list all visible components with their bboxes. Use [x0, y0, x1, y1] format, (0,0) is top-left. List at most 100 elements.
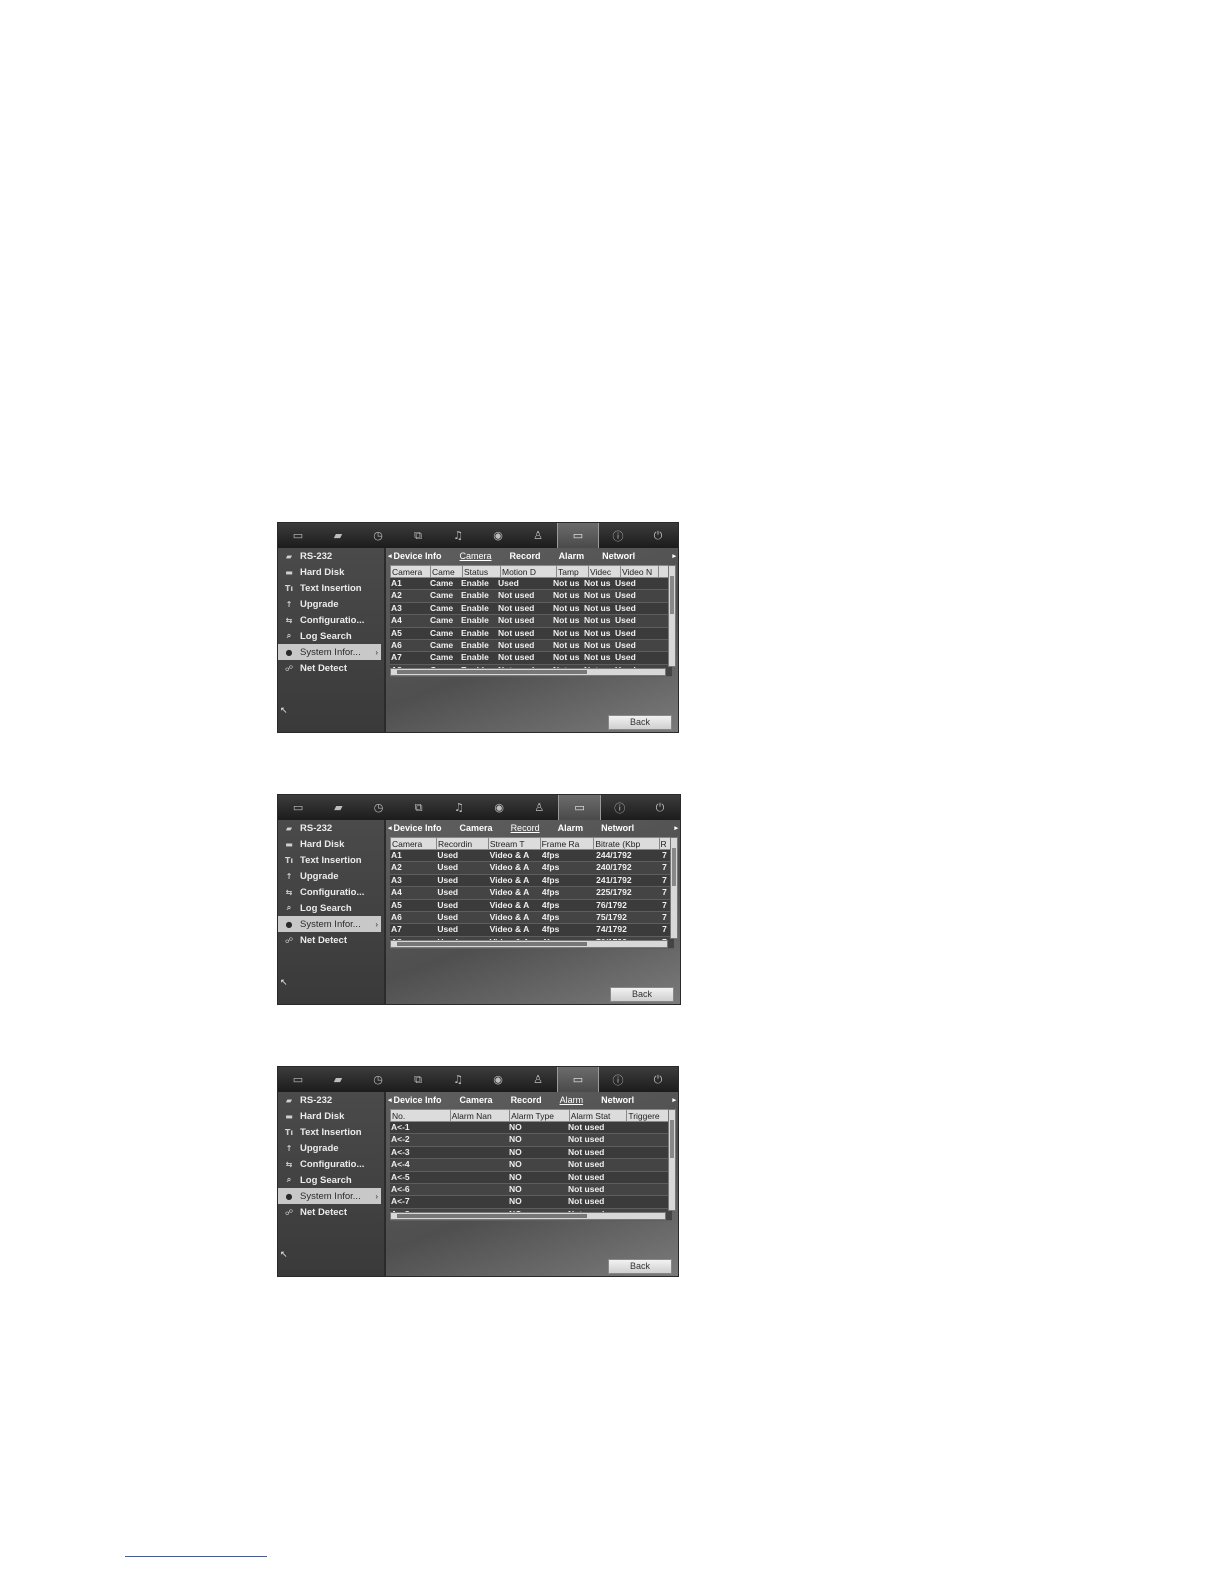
horizontal-scrollbar[interactable] [390, 668, 666, 676]
table-row[interactable]: A5 Came Enable Not used Not us Not us Used [390, 627, 672, 640]
tab-scroll-left-icon[interactable]: ◂ [388, 552, 392, 560]
column-header[interactable]: Stream T [489, 838, 541, 849]
tab-device-info[interactable]: Device Info [394, 823, 442, 833]
sidebar-item-hard-disk[interactable]: ▬ Hard Disk [278, 1108, 384, 1124]
tab-device-info[interactable]: Device Info [394, 551, 442, 561]
disc-icon[interactable]: ◉ [478, 1067, 518, 1092]
scrollbar-thumb[interactable] [397, 1214, 587, 1218]
device-icon[interactable]: ▭ [557, 523, 599, 549]
column-header[interactable]: Camera [391, 566, 431, 577]
tab-scroll-right-icon[interactable]: ▸ [672, 552, 676, 560]
column-header[interactable]: Video N [621, 566, 659, 577]
table-row[interactable]: A<-5 NO Not used [390, 1171, 672, 1184]
tab-scroll-left-icon[interactable]: ◂ [388, 824, 392, 832]
table-row[interactable]: A6 Came Enable Not used Not us Not us Used [390, 639, 672, 653]
table-row[interactable]: A<-1 NO Not used [390, 1122, 672, 1135]
horizontal-scrollbar[interactable] [390, 940, 668, 948]
column-header[interactable]: Frame Ra [541, 838, 595, 849]
scrollbar-thumb[interactable] [397, 942, 587, 946]
sidebar-item-hard-disk[interactable]: ▬ Hard Disk [278, 836, 384, 852]
tab-alarm[interactable]: Alarm [558, 823, 584, 833]
clock-icon[interactable]: ◷ [358, 1067, 398, 1092]
table-row[interactable]: A4 Used Video & A 4fps 225/1792 7 [390, 887, 674, 900]
network-icon[interactable]: ⧉ [399, 795, 439, 820]
vertical-scrollbar[interactable] [670, 837, 678, 939]
column-header[interactable]: Tamp [557, 566, 589, 577]
alarm-bell-icon[interactable]: ♫ [438, 523, 478, 548]
table-row[interactable]: A<-6 NO Not used [390, 1183, 672, 1197]
info-icon[interactable]: ⓘ [600, 795, 640, 820]
table-row[interactable]: A2 Used Video & A 4fps 240/1792 7 [390, 862, 674, 875]
column-header[interactable]: Camera [391, 838, 438, 849]
info-icon[interactable]: ⓘ [598, 523, 638, 548]
sidebar-item-log-search[interactable]: ⌕ Log Search [278, 900, 384, 916]
column-header[interactable]: Bitrate (Kbp [594, 838, 660, 849]
sidebar-item-text-insertion[interactable]: Tı Text Insertion [278, 580, 384, 596]
table-row[interactable]: A5 Used Video & A 4fps 76/1792 7 [390, 899, 674, 912]
tab-network[interactable]: Networl [602, 551, 635, 561]
table-row[interactable]: A<-2 NO Not used [390, 1134, 672, 1147]
disc-icon[interactable]: ◉ [478, 523, 518, 548]
alarm-bell-icon[interactable]: ♫ [438, 1067, 478, 1092]
table-row[interactable]: A<-3 NO Not used [390, 1146, 672, 1160]
sidebar-item-hard-disk[interactable]: ▬ Hard Disk [278, 564, 384, 580]
sidebar-item-configuration[interactable]: ⇆ Configuratio... [278, 1156, 384, 1172]
sidebar-item-serial-port[interactable]: ▰ RS-232 [278, 820, 384, 836]
tab-camera[interactable]: Camera [460, 823, 493, 833]
tab-alarm[interactable]: Alarm [560, 1095, 584, 1105]
user-icon[interactable]: ♙ [518, 1067, 558, 1092]
table-row[interactable]: A7 Used Video & A 4fps 74/1792 7 [390, 924, 674, 937]
device-icon[interactable]: ▭ [557, 1067, 599, 1093]
scrollbar-thumb[interactable] [670, 576, 674, 614]
clock-icon[interactable]: ◷ [358, 523, 398, 548]
scrollbar-thumb[interactable] [397, 670, 587, 674]
tab-network[interactable]: Networl [601, 823, 634, 833]
info-icon[interactable]: ⓘ [598, 1067, 638, 1092]
column-header[interactable]: Status [463, 566, 501, 577]
table-row[interactable]: A2 Came Enable Not used Not us Not us Used [390, 590, 672, 603]
user-icon[interactable]: ♙ [519, 795, 559, 820]
scrollbar-thumb[interactable] [672, 848, 676, 886]
sidebar-item-upgrade[interactable]: ↑ Upgrade [278, 868, 384, 884]
sidebar-item-configuration[interactable]: ⇆ Configuratio... [278, 612, 384, 628]
device-icon[interactable]: ▭ [558, 795, 601, 821]
column-header[interactable]: Triggere [627, 1110, 672, 1121]
table-row[interactable]: A1 Came Enable Used Not us Not us Used [390, 578, 672, 591]
vertical-scrollbar[interactable] [668, 1109, 676, 1211]
tab-scroll-left-icon[interactable]: ◂ [388, 1096, 392, 1104]
table-row[interactable]: A7 Came Enable Not used Not us Not us Used [390, 652, 672, 665]
tab-scroll-right-icon[interactable]: ▸ [672, 1096, 676, 1104]
column-header[interactable]: Alarm Stat [570, 1110, 628, 1121]
network-icon[interactable]: ⧉ [398, 523, 438, 548]
sidebar-item-text-insertion[interactable]: Tı Text Insertion [278, 852, 384, 868]
sidebar-item-net-detect[interactable]: ☍ Net Detect [278, 1204, 384, 1220]
sidebar-item-system-info[interactable]: ● System Infor... › [278, 1188, 381, 1204]
sidebar-item-log-search[interactable]: ⌕ Log Search [278, 628, 384, 644]
power-icon[interactable]: ⏻ [638, 523, 678, 548]
column-header[interactable]: No. [391, 1110, 451, 1121]
sidebar-item-system-info[interactable]: ● System Infor... › [278, 916, 381, 932]
column-header[interactable]: Alarm Nan [451, 1110, 511, 1121]
table-row[interactable]: A6 Used Video & A 4fps 75/1792 7 [390, 911, 674, 925]
alarm-bell-icon[interactable]: ♫ [439, 795, 479, 820]
sidebar-item-net-detect[interactable]: ☍ Net Detect [278, 932, 384, 948]
sidebar-item-log-search[interactable]: ⌕ Log Search [278, 1172, 384, 1188]
back-button[interactable]: Back [608, 1259, 672, 1274]
scrollbar-thumb[interactable] [670, 1120, 674, 1158]
sidebar-item-serial-port[interactable]: ▰ RS-232 [278, 1092, 384, 1108]
tab-camera[interactable]: Camera [460, 551, 492, 561]
column-header[interactable]: Alarm Type [510, 1110, 570, 1121]
table-row[interactable]: A3 Came Enable Not used Not us Not us Used [390, 602, 672, 616]
tab-record[interactable]: Record [511, 1095, 542, 1105]
sidebar-item-upgrade[interactable]: ↑ Upgrade [278, 1140, 384, 1156]
table-row[interactable]: A3 Used Video & A 4fps 241/1792 7 [390, 874, 674, 888]
monitor-icon[interactable]: ▭ [278, 523, 318, 548]
column-header[interactable]: Came [431, 566, 463, 577]
camera-icon[interactable]: ▰ [318, 795, 358, 820]
network-icon[interactable]: ⧉ [398, 1067, 438, 1092]
sidebar-item-upgrade[interactable]: ↑ Upgrade [278, 596, 384, 612]
camera-icon[interactable]: ▰ [318, 523, 358, 548]
sidebar-item-text-insertion[interactable]: Tı Text Insertion [278, 1124, 384, 1140]
column-header[interactable]: Videc [589, 566, 621, 577]
clock-icon[interactable]: ◷ [358, 795, 398, 820]
